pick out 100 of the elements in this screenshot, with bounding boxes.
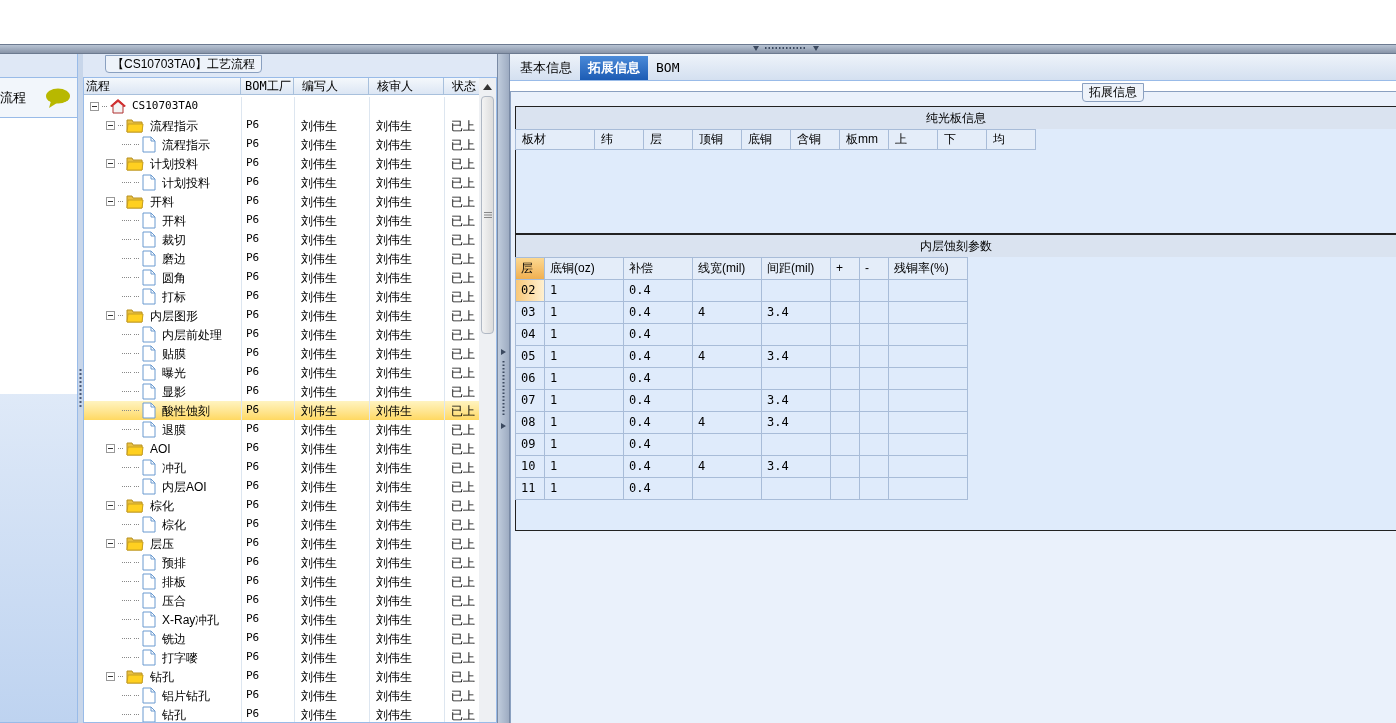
group-title: 拓展信息 <box>1082 83 1144 102</box>
table-cell-text: 刘伟生 <box>376 402 412 420</box>
vertical-scrollbar[interactable] <box>479 78 496 722</box>
column-header: 板mm <box>839 129 889 150</box>
table-cell-text: 刘伟生 <box>376 440 412 458</box>
column-header: 含铜 <box>790 129 840 150</box>
table-cell-text: 刘伟生 <box>376 383 412 401</box>
table-cell-text: 刘伟生 <box>376 497 412 515</box>
table-row[interactable]: 11 1 0.4 <box>516 477 968 500</box>
table-cell-text: 已上 <box>451 117 475 135</box>
column-header: 残铜率(%) <box>888 257 968 280</box>
row-header[interactable]: 11 <box>515 477 545 500</box>
document-icon <box>142 459 156 476</box>
document-icon <box>142 630 156 647</box>
table-cell: P6 <box>246 231 260 248</box>
column-header: 线宽(mil) <box>692 257 762 280</box>
table-cell: P6 <box>246 687 260 704</box>
table-row[interactable]: 06 1 0.4 <box>516 367 968 390</box>
column-header[interactable]: BOM工厂 <box>241 78 294 94</box>
table-cell: P6 <box>246 174 260 191</box>
row-header[interactable]: 02 <box>515 279 545 302</box>
table-cell-text: 刘伟生 <box>301 630 337 648</box>
collapse-toggle[interactable] <box>106 444 115 453</box>
table-cell-text: 已上 <box>451 421 475 439</box>
table-row[interactable]: 09 1 0.4 <box>516 433 968 456</box>
table-row[interactable]: 02 1 0.4 <box>516 279 968 302</box>
tab[interactable]: 拓展信息 <box>580 56 648 80</box>
tab[interactable]: BOM <box>648 56 688 80</box>
table-cell-text: 已上 <box>451 668 475 686</box>
column-header: 层 <box>643 129 693 150</box>
table-cell-text: 刘伟生 <box>376 117 412 135</box>
tree-label: 流程指示 <box>150 117 198 135</box>
tree-label: 贴膜 <box>162 345 186 363</box>
collapse-toggle[interactable] <box>106 501 115 510</box>
table-cell-text: 刘伟生 <box>376 155 412 173</box>
collapse-toggle[interactable] <box>106 159 115 168</box>
table-cell: P6 <box>246 364 260 381</box>
collapse-toggle[interactable] <box>90 102 99 111</box>
splitter-grip-icon[interactable] <box>753 46 819 52</box>
scroll-up-arrow-icon[interactable] <box>483 84 492 90</box>
table-cell-text: 刘伟生 <box>301 383 337 401</box>
table-cell-text: 刘伟生 <box>376 174 412 192</box>
table-cell-text: 刘伟生 <box>301 364 337 382</box>
table-row[interactable]: 07 1 0.4 3.4 <box>516 389 968 412</box>
folder-icon <box>126 498 144 513</box>
collapse-toggle[interactable] <box>106 121 115 130</box>
column-header: - <box>859 257 889 280</box>
table-row[interactable]: 10 1 0.4 4 3.4 <box>516 455 968 478</box>
table-cell: P6 <box>246 611 260 628</box>
column-header: 板材 <box>515 129 595 150</box>
tree-row[interactable]: 酸性蚀刻 P6 刘伟生 刘伟生 已上 <box>84 401 479 420</box>
collapse-toggle[interactable] <box>106 539 115 548</box>
table-cell: P6 <box>246 212 260 229</box>
table-cell-text: 刘伟生 <box>376 288 412 306</box>
table-row[interactable]: 08 1 0.4 4 3.4 <box>516 411 968 434</box>
tree-label: 内层AOI <box>162 478 207 496</box>
folder-icon <box>126 308 144 323</box>
table-cell-text: 刘伟生 <box>376 649 412 667</box>
collapse-toggle[interactable] <box>106 672 115 681</box>
table-row[interactable]: 03 1 0.4 4 3.4 <box>516 301 968 324</box>
column-header: 纬 <box>594 129 644 150</box>
table-cell: P6 <box>246 326 260 343</box>
table-cell-text: 已上 <box>451 516 475 534</box>
table-cell-text: 已上 <box>451 383 475 401</box>
table-cell-text: 已上 <box>451 364 475 382</box>
scrollbar-thumb[interactable] <box>481 96 494 334</box>
tree-label: 棕化 <box>162 516 186 534</box>
tab[interactable]: 基本信息 <box>512 56 580 80</box>
column-header: 上 <box>888 129 938 150</box>
table-row[interactable]: 05 1 0.4 4 3.4 <box>516 345 968 368</box>
collapse-toggle[interactable] <box>106 197 115 206</box>
splitter-grip-icon[interactable] <box>79 368 82 409</box>
table-cell-text: 已上 <box>451 687 475 705</box>
document-icon <box>142 231 156 248</box>
table-cell-text: 刘伟生 <box>301 668 337 686</box>
table-cell-text: 刘伟生 <box>376 364 412 382</box>
column-header: 补偿 <box>623 257 693 280</box>
splitter-grip-icon[interactable] <box>501 348 506 429</box>
table-cell-text: 已上 <box>451 573 475 591</box>
collapse-toggle[interactable] <box>106 311 115 320</box>
table-cell: P6 <box>246 421 260 438</box>
column-header[interactable]: 流程 <box>84 78 241 94</box>
document-icon <box>142 212 156 229</box>
table-cell-text: 已上 <box>451 212 475 230</box>
column-header[interactable]: 核审人 <box>369 78 444 94</box>
column-header[interactable]: 编写人 <box>294 78 369 94</box>
tree-label: 钻孔 <box>150 668 174 686</box>
table-cell: P6 <box>246 402 260 419</box>
table-cell: P6 <box>246 706 260 722</box>
table-cell: P6 <box>246 668 260 685</box>
tree-label: 打标 <box>162 288 186 306</box>
table-cell-text: 刘伟生 <box>301 421 337 439</box>
table-cell-text: 刘伟生 <box>376 573 412 591</box>
table-row[interactable]: 04 1 0.4 <box>516 323 968 346</box>
table-cell-text: 刘伟生 <box>376 516 412 534</box>
table-cell: P6 <box>246 573 260 590</box>
tree-label: X-Ray冲孔 <box>162 611 220 629</box>
tree-label: 计划投料 <box>162 174 210 192</box>
table-cell-text: 刘伟生 <box>376 136 412 154</box>
column-header: 均 <box>986 129 1036 150</box>
